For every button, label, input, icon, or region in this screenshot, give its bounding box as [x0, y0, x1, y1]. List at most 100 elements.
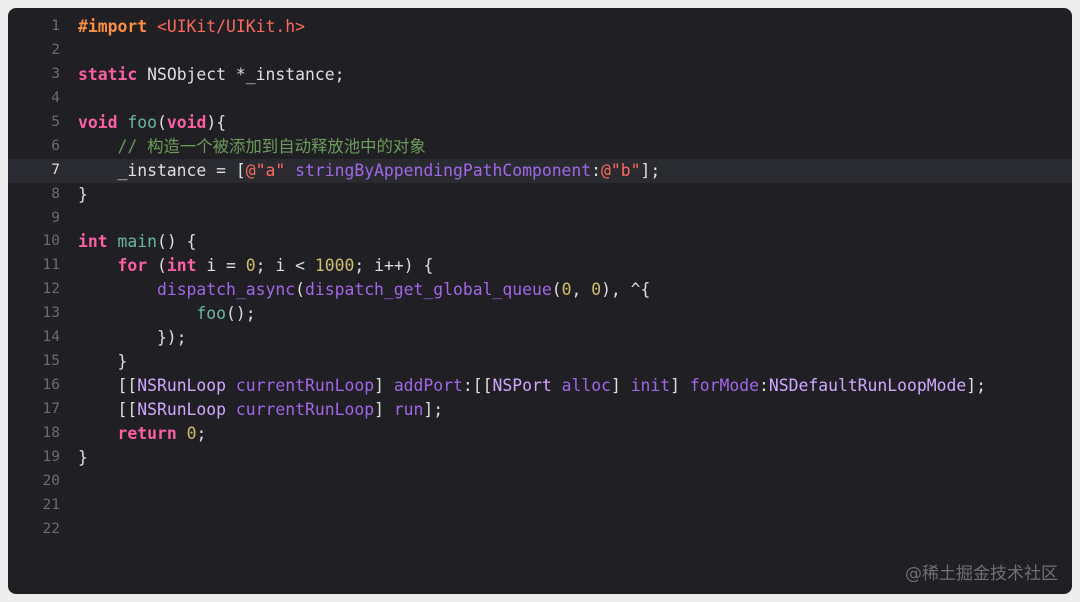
code-token-type: NSPort: [492, 376, 552, 396]
code-token-plain: ();: [226, 304, 256, 324]
line-text: dispatch_async (dispatch_get_global_queue…: [78, 278, 650, 302]
code-token-plain: ; i <: [255, 256, 315, 276]
code-token-plain: [[: [78, 376, 138, 396]
code-token-method: init: [630, 376, 671, 396]
code-token-plain: ,: [571, 280, 592, 300]
code-token-keyword: void: [78, 112, 118, 132]
code-token-number: 0: [561, 280, 572, 300]
code-token-number: 0: [245, 256, 256, 276]
code-token-method: dispatch_get_global_queue: [304, 280, 552, 300]
code-token-plain: i =: [196, 256, 246, 276]
code-line[interactable]: 14 });: [8, 326, 1072, 350]
line-number: 14: [42, 329, 60, 346]
line-text: foo();: [78, 302, 256, 326]
line-text: #import <UIKit/UIKit.h>: [78, 15, 305, 39]
code-line[interactable]: 22: [8, 518, 1072, 542]
line-number: 13: [42, 305, 60, 322]
code-token-number: 0: [591, 280, 602, 300]
code-token-method: addPort: [393, 376, 463, 396]
line-number: 18: [42, 424, 60, 441]
code-token-string: @"a": [245, 160, 286, 180]
code-token-plain: :[[: [462, 376, 493, 396]
code-line[interactable]: 17 [[NSRunLoop currentRunLoop] run];: [8, 398, 1072, 422]
line-text: return 0;: [78, 422, 206, 446]
code-token-method: currentRunLoop: [235, 400, 375, 419]
code-line[interactable]: 19}: [8, 446, 1072, 470]
line-text: // 构造一个被添加到自动释放池中的对象: [78, 135, 425, 159]
code-line[interactable]: 2: [8, 39, 1072, 63]
code-line[interactable]: 6 // 构造一个被添加到自动释放池中的对象: [8, 135, 1072, 159]
line-number: 16: [42, 377, 60, 394]
code-token-type: NSRunLoop: [137, 400, 227, 419]
line-text: [[NSRunLoop currentRunLoop] addPort:[[NS…: [78, 374, 986, 398]
code-line[interactable]: 7 _instance = [@"a" stringByAppendingPat…: [8, 158, 1072, 183]
code-token-method: alloc: [561, 376, 611, 396]
code-line[interactable]: 16 [[NSRunLoop currentRunLoop] addPort:[…: [8, 374, 1072, 398]
code-token-plain: (: [147, 256, 167, 276]
code-token-plain: ]: [610, 376, 631, 396]
code-token-keyword: void: [166, 112, 207, 132]
line-number: 10: [42, 233, 60, 250]
code-line[interactable]: 1 #import <UIKit/UIKit.h>: [8, 15, 1072, 39]
code-token-function: foo: [196, 304, 227, 324]
code-token-plain: NSObject *_instance;: [137, 64, 345, 84]
code-token-plain: _instance = [: [78, 160, 246, 180]
code-line[interactable]: 3 static NSObject *_instance;: [8, 63, 1072, 87]
line-text: void foo(void){: [78, 111, 226, 135]
code-line[interactable]: 21: [8, 494, 1072, 518]
line-number: 6: [51, 137, 60, 154]
code-token-preprocessor: #import: [78, 17, 148, 36]
code-line[interactable]: 4: [8, 87, 1072, 111]
code-token-plain: ];: [423, 400, 444, 419]
code-token-number: 1000: [314, 256, 355, 276]
code-line[interactable]: 15 }: [8, 350, 1072, 374]
code-line[interactable]: 10 int main() {: [8, 230, 1072, 254]
line-number: 1: [51, 18, 60, 34]
code-token-plain: ), ^{: [601, 280, 651, 300]
code-line[interactable]: 9: [8, 207, 1072, 231]
code-line[interactable]: 20: [8, 470, 1072, 494]
code-token-method: forMode: [689, 376, 759, 396]
code-token-plain: (: [156, 112, 167, 132]
code-editor[interactable]: 1 #import <UIKit/UIKit.h> 2 3 static NSObjec…: [8, 8, 1072, 594]
line-text: [[NSRunLoop currentRunLoop] run];: [78, 398, 443, 422]
code-token-method: dispatch_async: [156, 280, 296, 300]
line-number: 11: [42, 257, 60, 274]
code-line[interactable]: 18 return 0;: [8, 422, 1072, 446]
code-area[interactable]: 1 #import <UIKit/UIKit.h> 2 3 static NSObjec…: [8, 15, 1072, 542]
code-token-function: main: [117, 232, 157, 252]
code-token-keyword: int: [78, 232, 108, 252]
code-line[interactable]: 5 void foo(void){: [8, 111, 1072, 135]
line-text: }: [78, 350, 127, 374]
code-token-plain: (: [551, 280, 562, 300]
line-number: 3: [51, 65, 60, 82]
code-token-plain: :: [591, 160, 602, 180]
code-line[interactable]: 8}: [8, 183, 1072, 207]
code-token-plain: }: [78, 352, 128, 372]
line-text: int main() {: [78, 230, 196, 254]
line-text: }: [78, 446, 88, 470]
code-token-plain: ];: [966, 376, 986, 396]
line-number: 19: [42, 448, 60, 465]
line-number: 7: [51, 161, 60, 178]
code-line[interactable]: 13 foo();: [8, 302, 1072, 326]
line-number: 21: [42, 496, 60, 513]
line-number: 12: [42, 281, 60, 298]
code-line[interactable]: 12 dispatch_async (dispatch_get_global_qu…: [8, 278, 1072, 302]
line-text: _instance = [@"a" stringByAppendingPathC…: [78, 159, 660, 183]
line-number: 5: [51, 113, 60, 130]
code-token-plain: [[: [78, 400, 138, 419]
code-line[interactable]: 11 for (int i = 0; i < 1000; i++) {: [8, 254, 1072, 278]
code-token-string: <UIKit/UIKit.h>: [156, 17, 305, 36]
line-text: });: [78, 326, 187, 350]
watermark: @稀土掘金技术社区: [905, 564, 1058, 584]
